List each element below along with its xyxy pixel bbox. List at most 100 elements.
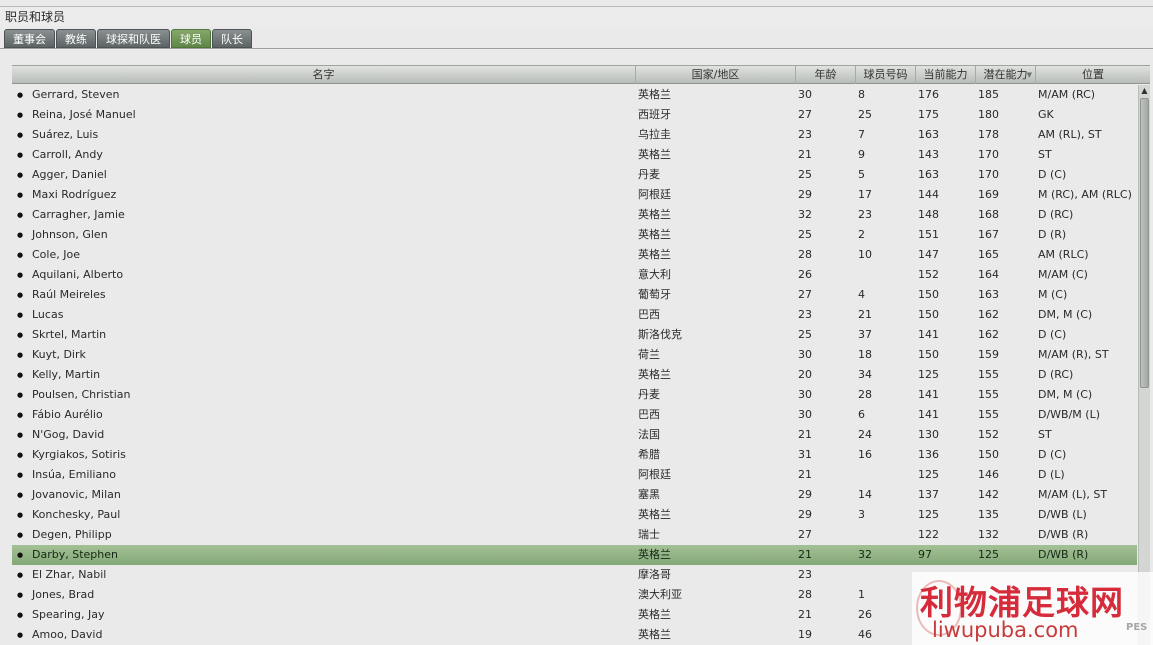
table-row[interactable]: ● Darby, Stephen 英格兰 21 32 97 125 D/WB (R) [12,545,1137,565]
player-position: M/AM (RC) [1038,88,1096,101]
player-action-icon[interactable]: ● [17,365,23,385]
player-action-icon[interactable]: ● [17,285,23,305]
player-potential-ability: 168 [978,208,999,221]
tab-divider [0,48,1153,49]
player-action-icon[interactable]: ● [17,485,23,505]
column-header-potential-ability[interactable]: 潜在能力 ▼ [976,66,1036,84]
vertical-scrollbar[interactable]: ▲ [1138,85,1150,645]
column-header-country[interactable]: 国家/地区 [636,66,796,84]
player-action-icon[interactable]: ● [17,625,23,645]
table-row[interactable]: ● Kelly, Martin 英格兰 20 34 125 155 D (RC) [12,365,1137,385]
column-header-shirt-number[interactable]: 球员号码 [856,66,916,84]
player-action-icon[interactable]: ● [17,385,23,405]
player-action-icon[interactable]: ● [17,85,23,105]
table-row[interactable]: ● Fábio Aurélio 巴西 30 6 141 155 D/WB/M (L) [12,405,1137,425]
player-action-icon[interactable]: ● [17,165,23,185]
player-action-icon[interactable]: ● [17,185,23,205]
player-action-icon[interactable]: ● [17,605,23,625]
player-shirt-number: 6 [858,408,865,421]
player-action-icon[interactable]: ● [17,585,23,605]
column-header-current-ability[interactable]: 当前能力 [916,66,976,84]
player-action-icon[interactable]: ● [17,245,23,265]
player-current-ability: 163 [918,128,939,141]
player-action-icon[interactable]: ● [17,445,23,465]
player-shirt-number: 17 [858,188,872,201]
table-row[interactable]: ● Carroll, Andy 英格兰 21 9 143 170 ST [12,145,1137,165]
table-row[interactable]: ● Aquilani, Alberto 意大利 26 152 164 M/AM (C) [12,265,1137,285]
table-row[interactable]: ● Kuyt, Dirk 荷兰 30 18 150 159 M/AM (R), ST [12,345,1137,365]
player-action-icon[interactable]: ● [17,105,23,125]
player-age: 29 [798,188,812,201]
table-row[interactable]: ● Kyrgiakos, Sotiris 希腊 31 16 136 150 D (C) [12,445,1137,465]
tab-coaches[interactable]: 教练 [56,29,96,48]
column-header-name[interactable]: 名字 [12,66,636,84]
player-shirt-number: 5 [858,168,865,181]
player-action-icon[interactable]: ● [17,345,23,365]
table-row[interactable]: ● Raúl Meireles 葡萄牙 27 4 150 163 M (C) [12,285,1137,305]
column-header-position[interactable]: 位置 [1036,66,1150,84]
player-shirt-number: 46 [858,628,872,641]
table-row[interactable]: ● Degen, Philipp 瑞士 27 122 132 D/WB (R) [12,525,1137,545]
player-current-ability: 122 [918,528,939,541]
table-row[interactable]: ● Carragher, Jamie 英格兰 32 23 148 168 D (RC) [12,205,1137,225]
player-action-icon[interactable]: ● [17,325,23,345]
player-action-icon[interactable]: ● [17,125,23,145]
table-row[interactable]: ● Konchesky, Paul 英格兰 29 3 125 135 D/WB (L) [12,505,1137,525]
table-row[interactable]: ● Lucas 巴西 23 21 150 162 DM, M (C) [12,305,1137,325]
player-current-ability: 150 [918,308,939,321]
player-action-icon[interactable]: ● [17,505,23,525]
player-action-icon[interactable]: ● [17,425,23,445]
player-action-icon[interactable]: ● [17,265,23,285]
table-row[interactable]: ● Suárez, Luis 乌拉圭 23 7 163 178 AM (RL), ST [12,125,1137,145]
player-current-ability: 130 [918,428,939,441]
table-row[interactable]: ● Cole, Joe 英格兰 28 10 147 165 AM (RLC) [12,245,1137,265]
player-position: D (RC) [1038,208,1074,221]
player-action-icon[interactable]: ● [17,525,23,545]
player-action-icon[interactable]: ● [17,465,23,485]
scroll-up-arrow-icon[interactable]: ▲ [1139,85,1150,97]
tab-captains[interactable]: 队长 [212,29,252,48]
table-row[interactable]: ● Reina, José Manuel 西班牙 27 25 175 180 GK [12,105,1137,125]
tab-players[interactable]: 球员 [171,29,211,48]
table-row[interactable]: ● Insúa, Emiliano 阿根廷 21 125 146 D (L) [12,465,1137,485]
table-row[interactable]: ● N'Gog, David 法国 21 24 130 152 ST [12,425,1137,445]
player-name: Amoo, David [32,628,103,641]
table-row[interactable]: ● Skrtel, Martin 斯洛伐克 25 37 141 162 D (C) [12,325,1137,345]
scrollbar-thumb[interactable] [1140,98,1149,388]
player-current-ability: 175 [918,108,939,121]
player-name: Reina, José Manuel [32,108,136,121]
player-potential-ability: 180 [978,108,999,121]
player-age: 23 [798,308,812,321]
column-header-age[interactable]: 年龄 [796,66,856,84]
player-action-icon[interactable]: ● [17,545,23,565]
tab-board[interactable]: 董事会 [4,29,55,48]
player-current-ability: 137 [918,488,939,501]
player-action-icon[interactable]: ● [17,205,23,225]
player-position: DM, M (C) [1038,308,1093,321]
table-row[interactable]: ● Jovanovic, Milan 塞黑 29 14 137 142 M/AM (L), S… [12,485,1137,505]
player-action-icon[interactable]: ● [17,405,23,425]
player-age: 23 [798,568,812,581]
player-country: 塞黑 [638,488,660,501]
table-row[interactable]: ● Poulsen, Christian 丹麦 30 28 141 155 DM, M (C) [12,385,1137,405]
player-potential-ability: 146 [978,468,999,481]
player-country: 丹麦 [638,388,660,401]
player-action-icon[interactable]: ● [17,145,23,165]
player-potential-ability: 159 [978,348,999,361]
player-position: D (C) [1038,448,1067,461]
player-name: Carroll, Andy [32,148,103,161]
player-position: D (C) [1038,168,1067,181]
table-header: 名字 国家/地区 年龄 球员号码 当前能力 潜在能力 ▼ 位置 [12,65,1150,84]
tab-scouts-physios[interactable]: 球探和队医 [97,29,170,48]
table-row[interactable]: ● Johnson, Glen 英格兰 25 2 151 167 D (R) [12,225,1137,245]
player-name: Gerrard, Steven [32,88,120,101]
table-row[interactable]: ● Maxi Rodríguez 阿根廷 29 17 144 169 M (RC), AM (… [12,185,1137,205]
player-name: Poulsen, Christian [32,388,131,401]
player-name: Konchesky, Paul [32,508,121,521]
table-row[interactable]: ● Gerrard, Steven 英格兰 30 8 176 185 M/AM (RC) [12,85,1137,105]
table-row[interactable]: ● Agger, Daniel 丹麦 25 5 163 170 D (C) [12,165,1137,185]
player-action-icon[interactable]: ● [17,225,23,245]
player-shirt-number: 10 [858,248,872,261]
player-action-icon[interactable]: ● [17,305,23,325]
player-action-icon[interactable]: ● [17,565,23,585]
